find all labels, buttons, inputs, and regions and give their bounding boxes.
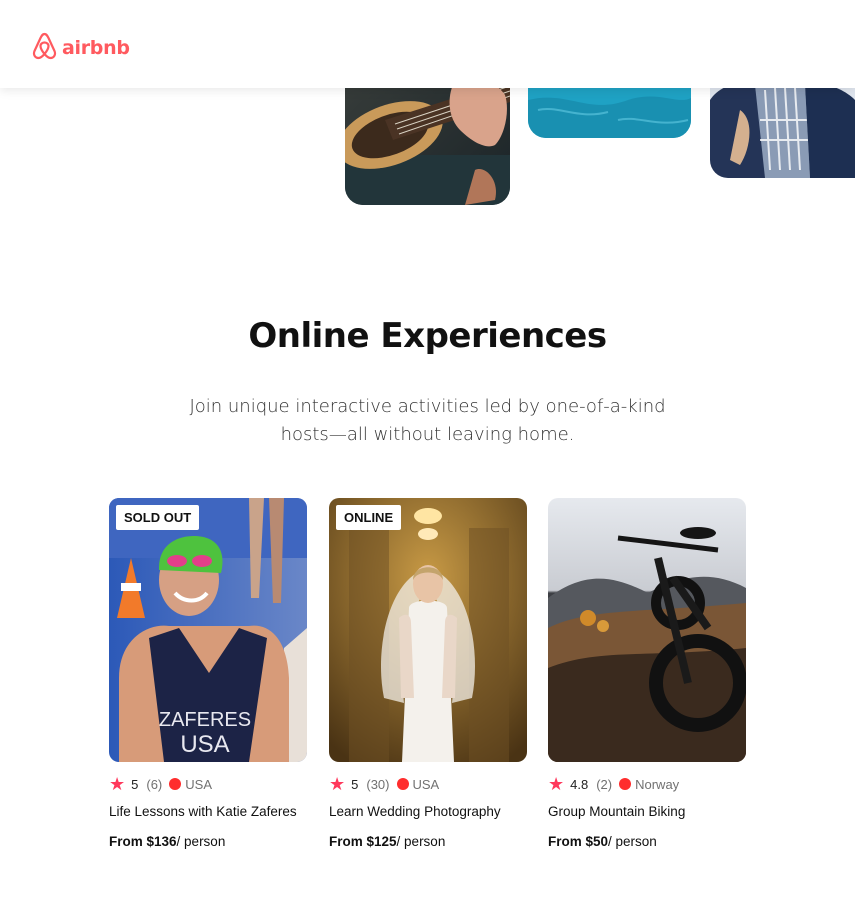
card-meta: ★ 5 (6) USA [109,774,307,794]
card-price: From $50/ person [548,834,746,849]
airbnb-logo-icon [31,31,58,65]
card-title[interactable]: Group Mountain Biking [548,804,746,819]
star-icon: ★ [109,774,126,794]
card-meta: ★ 5 (30) USA [329,774,527,794]
price-unit: / person [176,834,226,849]
price-amount: From $136 [109,834,177,849]
mountain-bike-photo[interactable] [548,498,746,762]
country-label: USA [412,776,440,792]
country-label: Norway [635,776,680,792]
review-count: (2) [596,776,613,792]
rating-value: 5 [351,776,359,792]
section-title: Online Experiences [248,316,607,356]
price-unit: / person [608,834,657,849]
airbnb-logo-text: airbnb [62,37,130,59]
review-count: (30) [366,776,390,792]
experience-card-biking[interactable]: ★ 4.8 (2) Norway Group Mountain Biking F… [548,498,746,849]
review-count: (6) [146,776,163,792]
rating-value: 5 [131,776,139,792]
rating-value: 4.8 [570,776,589,792]
star-icon: ★ [548,774,565,794]
location-dot-icon [619,778,632,790]
experience-card-wedding[interactable]: ONLINE ★ 5 (30) USA Learn Wedding Photog… [329,498,527,849]
jersey-text-line2: USA [180,731,229,758]
star-icon: ★ [329,774,346,794]
sold-out-badge: SOLD OUT [116,505,200,530]
airbnb-logo[interactable]: airbnb [31,31,130,65]
swimmer-photo[interactable]: ZAFERES USA SOLD OUT [109,498,307,762]
card-title[interactable]: Life Lessons with Katie Zaferes [109,804,307,819]
section-subtitle: Join unique interactive activities led b… [189,396,666,445]
card-meta: ★ 4.8 (2) Norway [548,774,746,794]
site-header: airbnb [0,0,855,88]
experience-card-katie[interactable]: ZAFERES USA SOLD OUT ★ 5 (6) USA Life Le… [109,498,307,849]
price-unit: / person [396,834,446,849]
online-badge: ONLINE [336,505,402,530]
card-price: From $125/ person [329,834,527,849]
jersey-text-line1: ZAFERES [159,709,251,731]
country-label: USA [185,776,212,792]
location-dot-icon [396,778,409,790]
price-amount: From $125 [329,834,397,849]
location-dot-icon [169,778,182,790]
card-price: From $136/ person [109,834,307,849]
card-title[interactable]: Learn Wedding Photography [329,804,527,819]
price-amount: From $50 [548,834,609,849]
bride-photo[interactable]: ONLINE [329,498,527,762]
